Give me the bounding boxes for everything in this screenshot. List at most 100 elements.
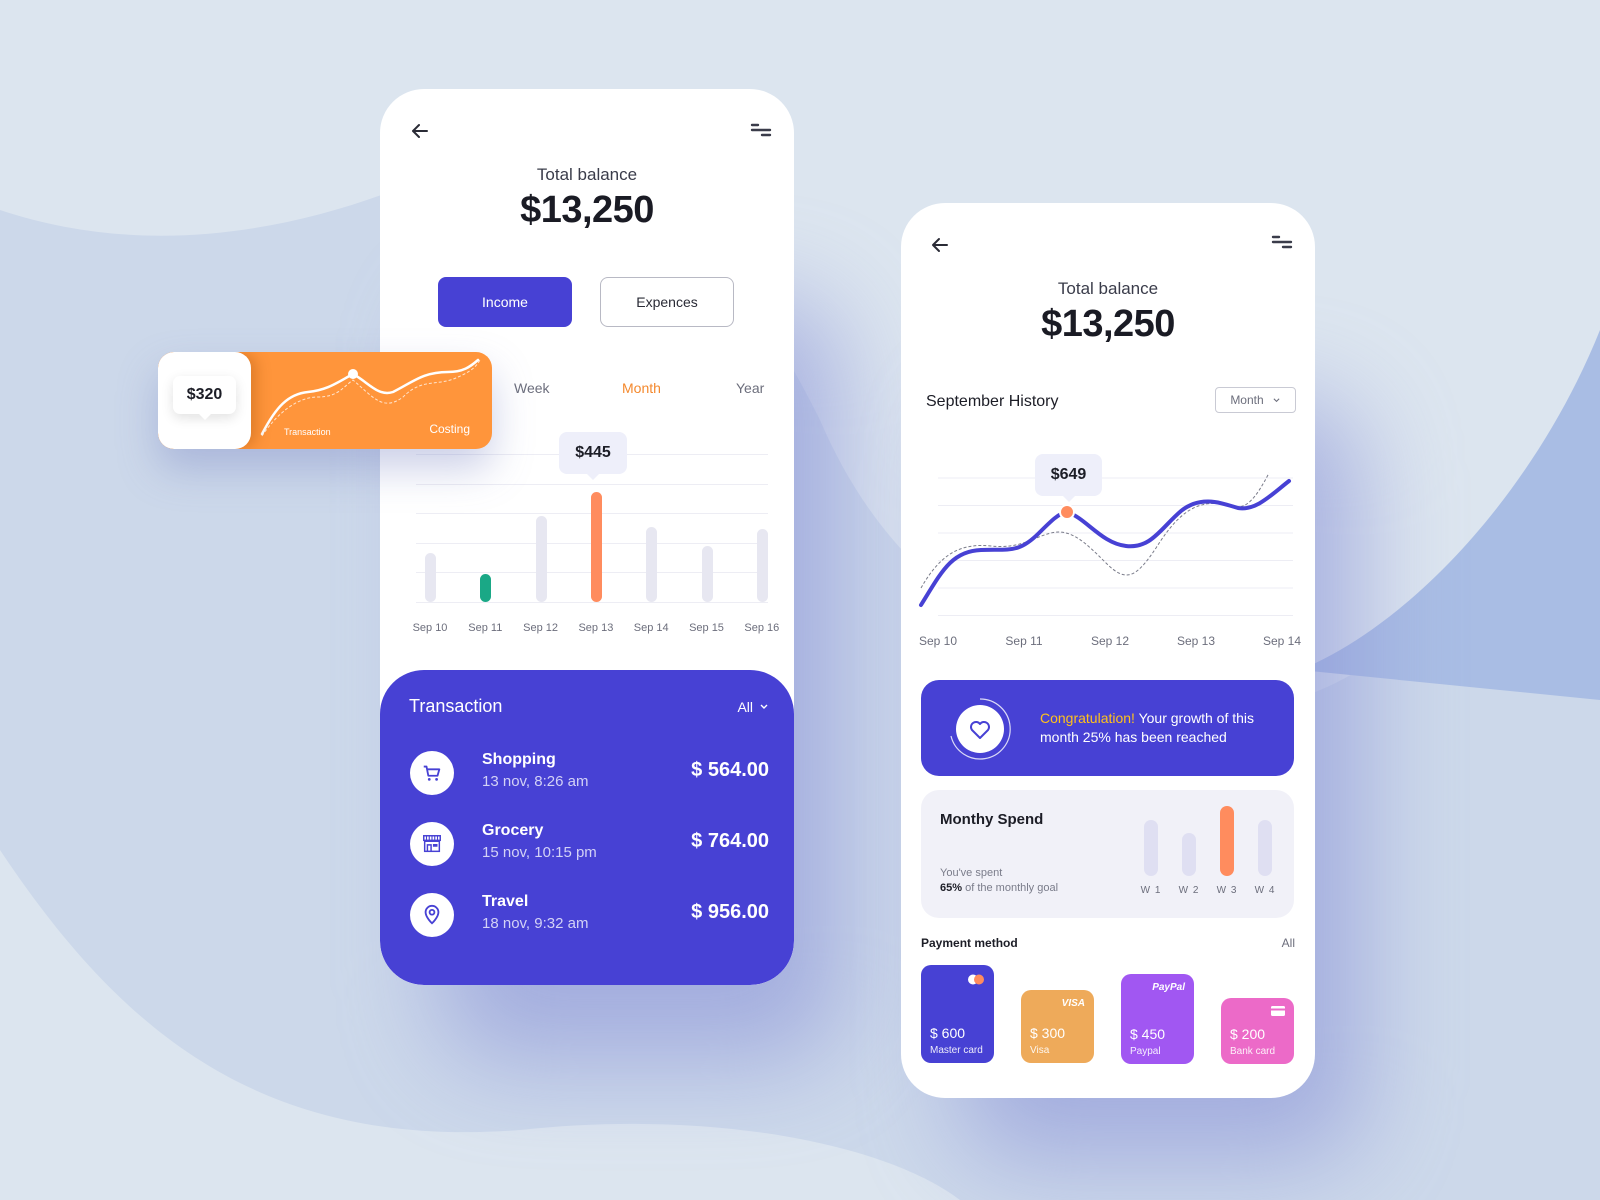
filter-lines-icon: [750, 123, 772, 137]
x-axis-label: Sep 14: [633, 622, 669, 634]
payment-all-link[interactable]: All: [1282, 936, 1295, 950]
payment-card-visa[interactable]: VISA $ 300 Visa: [1021, 990, 1094, 1063]
selected-point[interactable]: [1059, 504, 1075, 520]
x-axis-label: Sep 10: [412, 622, 448, 634]
income-screen: Total balance $13,250 Income Expences We…: [380, 89, 794, 985]
transaction-name: Grocery: [482, 822, 544, 839]
goal-percent: 65%: [940, 882, 963, 894]
line-chart-svg: [919, 472, 1293, 616]
transaction-name: Shopping: [482, 751, 556, 768]
paypal-logo: PayPal: [1152, 982, 1185, 993]
bar-sep-13[interactable]: [590, 492, 602, 602]
payment-card-mastercard[interactable]: $ 600 Master card: [921, 965, 994, 1063]
x-axis-label: Sep 12: [523, 622, 559, 634]
period-select[interactable]: Month: [1215, 387, 1296, 413]
x-axis-label: Sep 13: [1176, 634, 1216, 648]
tab-year[interactable]: Year: [736, 380, 764, 396]
period-select-value: Month: [1230, 393, 1264, 407]
card-amount: $ 200: [1230, 1026, 1266, 1042]
transaction-row-grocery[interactable]: Grocery 15 nov, 10:15 pm $ 764.00: [380, 820, 794, 870]
bar-tooltip: $445: [559, 432, 627, 480]
income-button[interactable]: Income: [438, 277, 572, 327]
week-label: W 2: [1178, 885, 1200, 896]
payment-card-paypal[interactable]: PayPal $ 450 Paypal: [1121, 974, 1194, 1064]
congrats-banner: Congratulation! Your growth of this mont…: [921, 680, 1294, 776]
bar-sep-15[interactable]: [701, 545, 713, 602]
grid-line: [416, 602, 768, 603]
store-icon: [423, 835, 441, 853]
location-pin-icon: [424, 904, 440, 925]
payment-card-bank[interactable]: $ 200 Bank card: [1221, 998, 1294, 1064]
expenses-button[interactable]: Expences: [600, 277, 734, 327]
balance-line: [919, 479, 1291, 607]
value-tooltip: $320: [173, 376, 236, 420]
credit-card-icon: [1271, 1006, 1285, 1016]
bar-sep-10[interactable]: [425, 553, 436, 602]
card-name: Visa: [1030, 1045, 1050, 1056]
back-button[interactable]: [928, 233, 952, 257]
tab-week[interactable]: Week: [514, 380, 550, 396]
transaction-filter-dropdown[interactable]: All: [737, 699, 769, 715]
week-label: W 1: [1140, 885, 1162, 896]
card-name: Bank card: [1230, 1046, 1276, 1057]
transaction-panel: Transaction All Shopping 13 nov, 8:26 am…: [380, 670, 794, 985]
bar-sep-14[interactable]: [646, 526, 658, 602]
tooltip-holder: $320: [158, 352, 251, 449]
card-amount: $ 600: [930, 1025, 966, 1041]
goal-text: 65% of the monthly goal: [940, 882, 1058, 894]
costing-legend: Costing: [429, 422, 470, 436]
x-axis-label: Sep 11: [468, 622, 503, 634]
back-button[interactable]: [408, 119, 432, 143]
balance-label: Total balance: [1057, 279, 1159, 298]
transaction-legend: Transaction: [284, 427, 331, 437]
progress-ring: [950, 698, 1011, 760]
costing-widget[interactable]: Transaction Costing $320: [158, 352, 492, 449]
balance-label: Total balance: [536, 165, 638, 184]
week-label: W 4: [1254, 885, 1276, 896]
transaction-amount: $ 956.00: [691, 901, 769, 923]
balance-amount: $13,250: [520, 189, 654, 231]
bar-sep-16[interactable]: [756, 529, 768, 602]
history-screen: Total balance $13,250 September History …: [901, 203, 1315, 1098]
transaction-row-shopping[interactable]: Shopping 13 nov, 8:26 am $ 564.00: [380, 749, 794, 799]
bar-sep-11[interactable]: [480, 573, 492, 602]
x-axis-label: Sep 12: [1090, 634, 1130, 648]
tab-month[interactable]: Month: [622, 380, 661, 396]
monthly-spend-card: Monthy Spend You've spent 65% of the mon…: [921, 790, 1294, 918]
payment-title: Payment method: [921, 936, 1018, 950]
filter-lines-icon: [1271, 235, 1293, 249]
x-axis-label: Sep 16: [744, 622, 780, 634]
x-axis-label: Sep 11: [1005, 634, 1043, 648]
card-name: Master card: [930, 1045, 983, 1056]
week-bar[interactable]: [1220, 805, 1234, 876]
week-bar[interactable]: [1144, 820, 1158, 876]
menu-button[interactable]: [1271, 233, 1293, 253]
menu-button[interactable]: [750, 121, 772, 141]
congrats-text: Congratulation! Your growth of this mont…: [1040, 709, 1270, 747]
congrats-highlight: Congratulation!: [1040, 710, 1135, 726]
filter-label: All: [737, 699, 753, 715]
arrow-left-icon: [932, 238, 948, 252]
chevron-down-icon: [1273, 397, 1280, 402]
week-bar[interactable]: [1258, 820, 1272, 876]
transaction-title: Transaction: [409, 696, 503, 716]
line-tooltip: $649: [1035, 454, 1102, 502]
transaction-amount: $ 764.00: [691, 830, 769, 852]
chevron-down-icon: [760, 704, 768, 709]
transaction-date: 13 nov, 8:26 am: [482, 773, 589, 790]
x-axis-label: Sep 10: [918, 634, 958, 648]
card-name: Paypal: [1130, 1046, 1161, 1057]
grid-line: [416, 483, 768, 485]
transaction-name: Travel: [482, 893, 529, 910]
visa-logo: VISA: [1061, 998, 1085, 1009]
week-bar[interactable]: [1182, 832, 1196, 876]
spent-label: You've spent: [940, 867, 1003, 879]
transaction-row-travel[interactable]: Travel 18 nov, 9:32 am $ 956.00: [380, 891, 794, 941]
transaction-date: 15 nov, 10:15 pm: [482, 844, 597, 861]
week-label: W 3: [1216, 885, 1238, 896]
card-amount: $ 450: [1130, 1026, 1166, 1042]
x-axis-label: Sep 14: [1262, 634, 1302, 648]
transaction-amount: $ 564.00: [691, 759, 769, 781]
bar-sep-12[interactable]: [535, 516, 547, 602]
card-amount: $ 300: [1030, 1025, 1066, 1041]
